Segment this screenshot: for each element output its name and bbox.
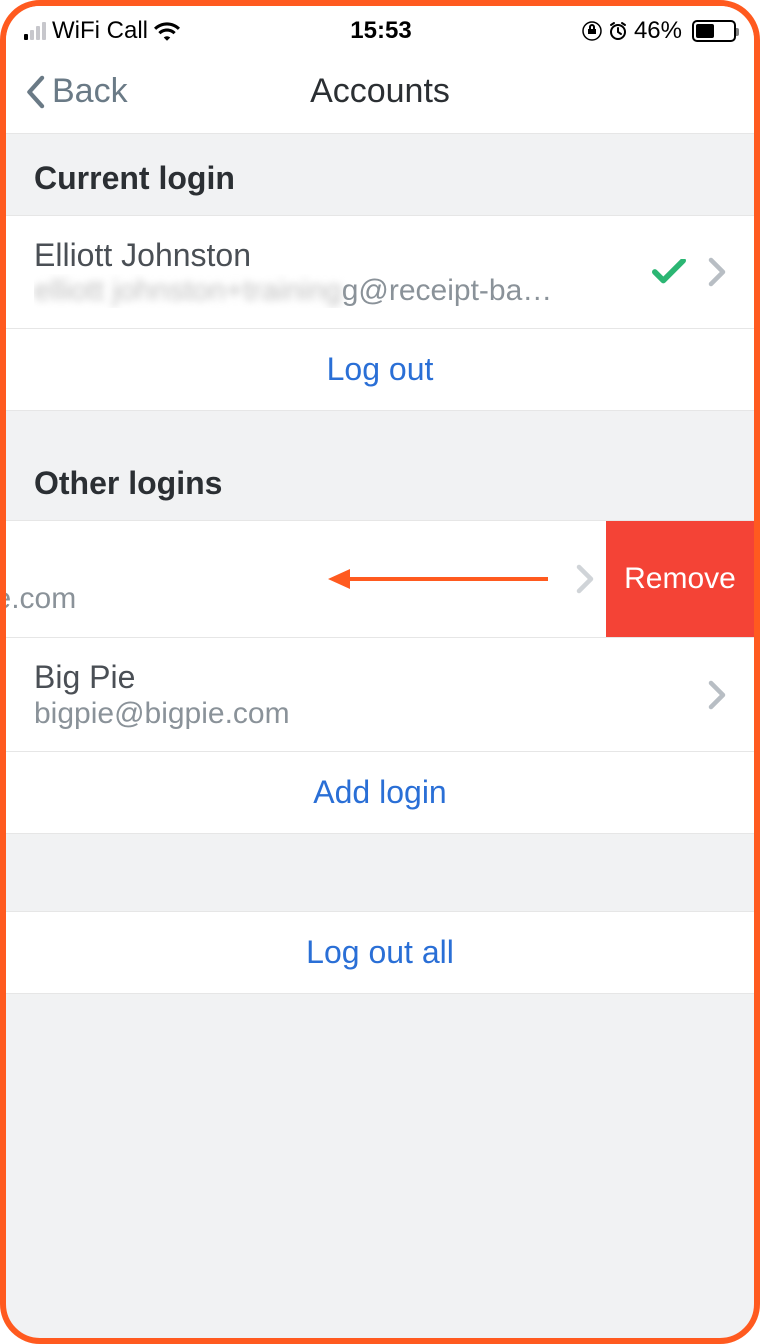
carrier-label: WiFi Call xyxy=(52,17,148,45)
back-button[interactable]: Back xyxy=(24,72,128,111)
battery-icon xyxy=(692,20,736,42)
login-email-partial: e@bigpie.com xyxy=(6,582,466,616)
back-label: Back xyxy=(52,72,128,111)
device-frame: WiFi Call 15:53 46% Back Accounts Cur xyxy=(0,0,760,1344)
chevron-right-icon xyxy=(708,257,726,287)
chevron-left-icon xyxy=(24,75,46,109)
chevron-right-icon xyxy=(708,680,726,710)
separator xyxy=(6,834,754,912)
add-login-button[interactable]: Add login xyxy=(6,752,754,834)
alarm-icon xyxy=(608,21,628,41)
current-login-row[interactable]: Elliott Johnston elliott johnston+traini… xyxy=(6,215,754,329)
remove-button[interactable]: Remove xyxy=(606,521,754,637)
clock: 15:53 xyxy=(350,17,411,45)
battery-percent: 46% xyxy=(634,17,682,45)
orientation-lock-icon xyxy=(582,21,602,41)
current-login-email: elliott johnston+trainingg@receipt-ba… xyxy=(34,274,642,308)
navigation-bar: Back Accounts xyxy=(6,50,754,134)
status-bar: WiFi Call 15:53 46% xyxy=(6,6,754,50)
page-title: Accounts xyxy=(310,72,450,111)
other-logins-header: Other logins xyxy=(6,411,754,520)
login-name: Big Pie xyxy=(34,658,698,696)
other-login-row-swiped[interactable]: ie e@bigpie.com Remove xyxy=(6,520,754,638)
log-out-all-button[interactable]: Log out all xyxy=(6,912,754,994)
log-out-button[interactable]: Log out xyxy=(6,329,754,411)
cellular-signal-icon xyxy=(24,22,46,40)
current-login-header: Current login xyxy=(6,134,754,215)
current-login-name: Elliott Johnston xyxy=(34,236,642,274)
login-name-partial: ie xyxy=(6,543,466,581)
login-email: bigpie@bigpie.com xyxy=(34,697,698,731)
chevron-right-icon xyxy=(576,564,594,594)
other-login-row[interactable]: Big Pie bigpie@bigpie.com xyxy=(6,638,754,751)
checkmark-icon xyxy=(652,259,686,285)
wifi-icon xyxy=(154,21,180,41)
